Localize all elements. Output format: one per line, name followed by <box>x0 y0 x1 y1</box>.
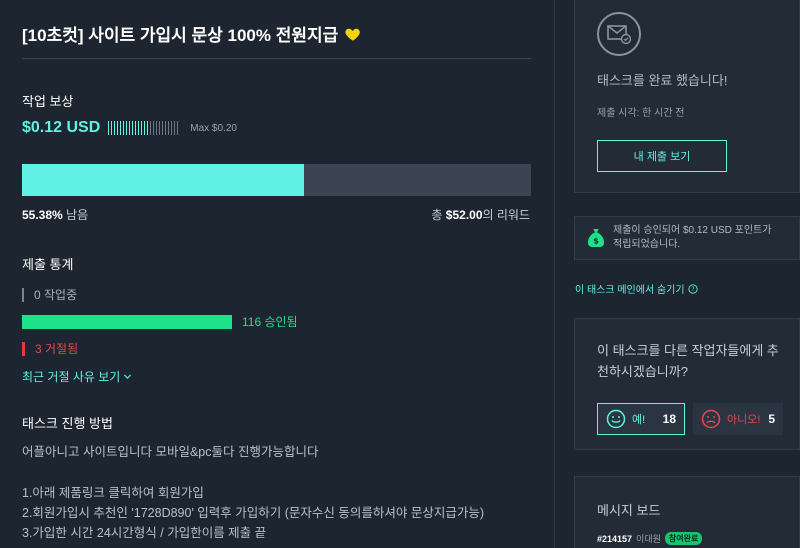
reward-row: $0.12 USD Max $0.20 <box>22 119 237 137</box>
howto-line: 1.아래 제품링크 클릭하여 회원가입 <box>22 486 204 500</box>
rejection-reason-link[interactable]: 최근 거절 사유 보기 <box>22 368 132 385</box>
task-detail-panel: [10초컷] 사이트 가입시 문상 100% 전원지급 작업 보상 $0.12 … <box>0 0 555 548</box>
reward-tick <box>114 121 116 135</box>
task-title: [10초컷] 사이트 가입시 문상 100% 전원지급 <box>22 21 362 46</box>
hide-task-link[interactable]: 이 태스크 메인에서 숨기기 ? <box>575 281 698 296</box>
reward-tick <box>150 121 152 135</box>
reward-tick <box>156 121 158 135</box>
side-panel: 태스크를 완료 했습니다! 제출 시각: 한 시간 전 내 제출 보기 $ 제출… <box>556 0 800 548</box>
chevron-down-icon <box>124 374 132 379</box>
total-suffix: 의 리워드 <box>482 208 531 222</box>
remaining-text: 55.38% 남음 <box>22 206 88 223</box>
recommend-card: 이 태스크를 다른 작업자들에게 추천하시겠습니까? 예! 18 아니오! 5 <box>574 318 800 450</box>
recommend-question: 이 태스크를 다른 작업자들에게 추천하시겠습니까? <box>597 343 779 379</box>
rejection-reason-label: 최근 거절 사유 보기 <box>22 370 121 384</box>
howto-line: 어플아니고 사이트입니다 모바일&pc둘다 진행가능합니다 <box>22 445 319 459</box>
point-notice-card: $ 제출이 승인되어 $0.12 USD 포인트가 적립되었습니다. <box>574 216 800 260</box>
stat-working: 0 작업중 <box>22 286 77 303</box>
completion-message: 태스크를 완료 했습니다! <box>597 73 728 88</box>
stats-label: 제출 통계 <box>22 257 74 272</box>
reward-tick <box>135 121 137 135</box>
help-icon: ? <box>687 283 698 294</box>
smile-icon <box>606 409 626 429</box>
task-title-text: [10초컷] 사이트 가입시 문상 100% 전원지급 <box>22 26 339 45</box>
reward-tick <box>138 121 140 135</box>
reward-tick <box>117 121 119 135</box>
reward-progress-bar <box>22 164 531 196</box>
reward-tick <box>111 121 113 135</box>
envelope-check-icon <box>597 12 641 56</box>
reward-amount: $0.12 USD <box>22 119 101 136</box>
reward-tick <box>165 121 167 135</box>
reward-tick <box>153 121 155 135</box>
message-user: 이대원 <box>636 534 661 544</box>
message-board-title: 메시지 보드 <box>597 503 661 518</box>
remaining-suffix: 남음 <box>62 208 89 222</box>
vote-no-button[interactable]: 아니오! 5 <box>693 403 783 435</box>
svg-text:?: ? <box>691 287 694 293</box>
participation-badge: 참여완료 <box>664 532 703 545</box>
svg-text:$: $ <box>593 235 599 245</box>
total-reward-text: 총 $52.00의 리워드 <box>431 206 530 223</box>
completion-card: 태스크를 완료 했습니다! 제출 시각: 한 시간 전 내 제출 보기 <box>574 0 800 193</box>
reward-level-ticks <box>108 121 179 135</box>
money-bag-icon: $ <box>587 229 605 247</box>
approved-text: 116 승인됨 <box>242 315 298 329</box>
vote-yes-label: 예! <box>632 414 646 426</box>
heart-icon <box>345 28 361 41</box>
reward-max: Max $0.20 <box>190 122 237 134</box>
reward-tick <box>126 121 128 135</box>
working-bar <box>22 287 24 302</box>
title-divider <box>22 58 531 59</box>
reward-progress-fill <box>22 164 304 196</box>
view-my-submission-button[interactable]: 내 제출 보기 <box>597 140 727 172</box>
remaining-value: 55.38% <box>22 208 63 222</box>
vote-yes-button[interactable]: 예! 18 <box>597 403 685 435</box>
rejected-text: 3 거절됨 <box>35 342 79 356</box>
reward-tick <box>108 121 110 135</box>
vote-yes-count: 18 <box>662 412 676 426</box>
reward-tick <box>120 121 122 135</box>
point-notice-text: 제출이 승인되어 $0.12 USD 포인트가 적립되었습니다. <box>613 224 771 253</box>
reward-tick <box>144 121 146 135</box>
stat-rejected: 3 거절됨 <box>22 340 78 357</box>
point-notice-line: 제출이 승인되어 $0.12 USD 포인트가 <box>613 224 772 236</box>
stat-approved: 116 승인됨 <box>22 313 298 330</box>
reward-tick <box>159 121 161 135</box>
reward-tick <box>162 121 164 135</box>
reward-tick <box>147 121 149 135</box>
reward-tick <box>171 121 173 135</box>
reward-label: 작업 보상 <box>22 94 74 109</box>
reward-tick <box>123 121 125 135</box>
howto-line: 3.가입한 시간 24시간형식 / 가입한이름 제출 끝 <box>22 526 267 540</box>
message-id: #214157 <box>597 533 633 544</box>
frown-icon <box>701 409 721 429</box>
message-row[interactable]: #214157 이대원 참여완료 <box>597 532 703 545</box>
reward-tick <box>141 121 143 135</box>
howto-label: 태스크 진행 방법 <box>22 416 113 431</box>
rejected-bar <box>22 341 25 356</box>
total-value: $52.00 <box>445 208 483 222</box>
submission-time: 제출 시각: 한 시간 전 <box>597 108 685 119</box>
point-notice-line: 적립되었습니다. <box>613 239 681 250</box>
reward-tick <box>168 121 170 135</box>
reward-tick <box>177 121 179 135</box>
message-board-card: 메시지 보드 #214157 이대원 참여완료 <box>574 476 800 548</box>
total-prefix: 총 <box>431 208 446 222</box>
hide-task-label: 이 태스크 메인에서 숨기기 <box>575 285 685 296</box>
approved-bar <box>22 314 232 329</box>
reward-tick <box>132 121 134 135</box>
working-text: 0 작업중 <box>34 288 78 302</box>
vote-no-label: 아니오! <box>727 414 761 426</box>
reward-tick <box>174 121 176 135</box>
howto-line: 2.회원가입시 추천인 '1728D890' 입력후 가입하기 (문자수신 동의… <box>22 506 485 520</box>
reward-tick <box>129 121 131 135</box>
vote-no-count: 5 <box>768 412 775 426</box>
